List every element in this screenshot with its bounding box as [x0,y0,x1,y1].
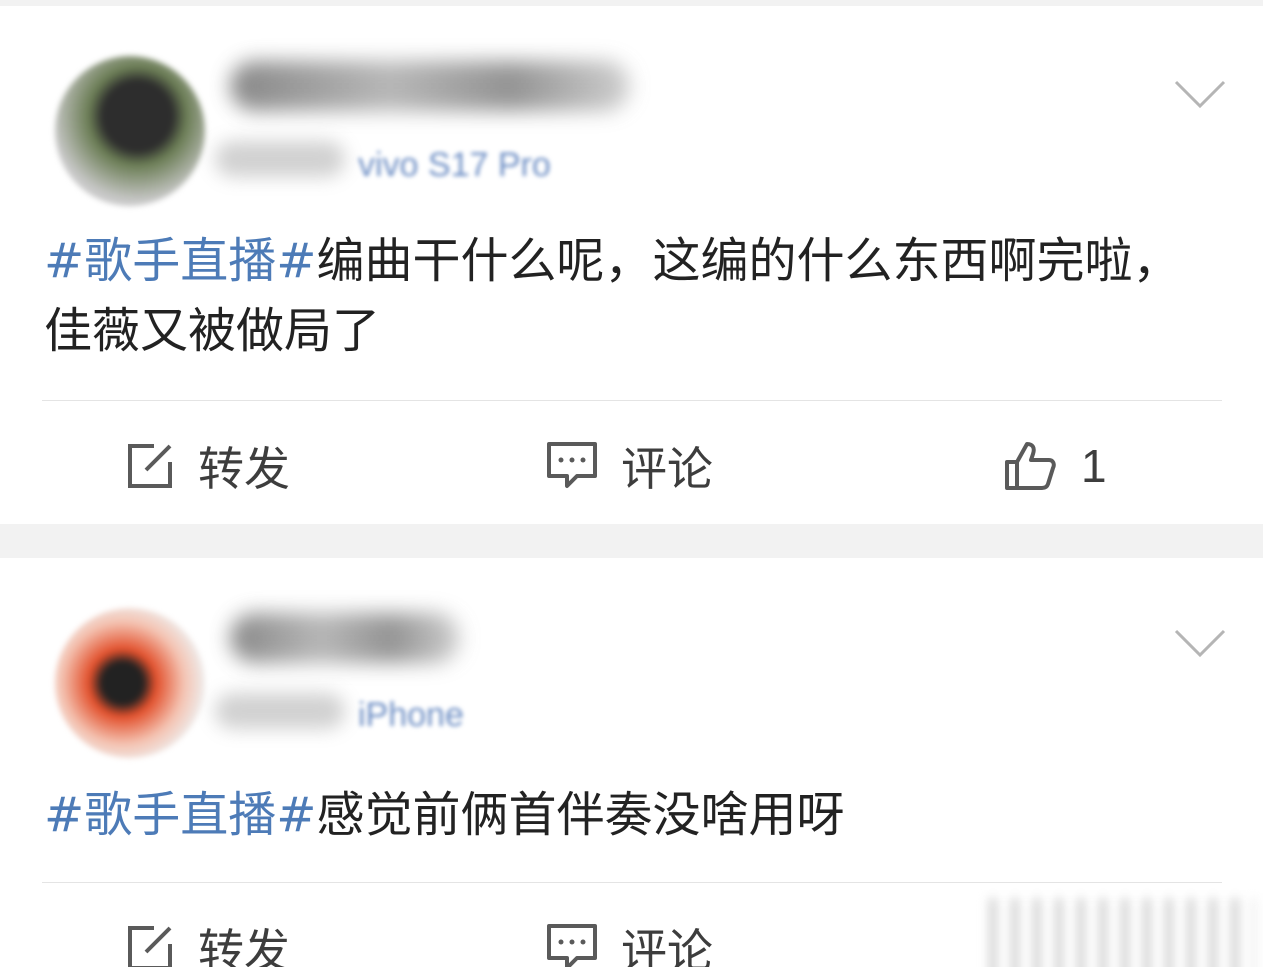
thumbs-up-icon [1005,442,1056,490]
weibo-feed: vivo S17 Pro #歌手直播#编曲干什么呢，这编的什么东西啊完啦，佳薇又… [0,0,1263,967]
hashtag-link[interactable]: #歌手直播# [44,233,316,289]
post-content: #歌手直播#感觉前俩首伴奏没啥用呀 [44,780,1224,850]
comment-bubble-icon [547,442,597,488]
edit-square-icon [128,926,172,967]
like-button-obscured[interactable] [975,898,1255,967]
like-count: 1 [1081,440,1107,492]
action-bar: 转发 评论 [0,888,1263,967]
post-meta: iPhone [358,696,464,735]
divider [42,400,1222,401]
post-card[interactable]: vivo S17 Pro #歌手直播#编曲干什么呢，这编的什么东西啊完啦，佳薇又… [0,6,1263,524]
post-card[interactable]: iPhone #歌手直播#感觉前俩首伴奏没啥用呀 转发 评论 [0,558,1263,967]
comment-button[interactable]: 评论 [545,436,713,496]
edit-square-icon [128,444,172,488]
username-redacted[interactable] [230,613,460,663]
post-menu-button[interactable] [1172,623,1228,663]
device-source: iPhone [358,696,464,734]
post-menu-button[interactable] [1172,74,1228,114]
repost-label: 转发 [198,924,290,967]
device-source: vivo S17 Pro [358,146,551,184]
post-content: #歌手直播#编曲干什么呢，这编的什么东西啊完啦，佳薇又被做局了 [44,226,1224,366]
comment-bubble-icon [547,924,597,967]
username-redacted[interactable] [230,61,630,111]
timestamp-redacted [215,693,345,729]
comment-label: 评论 [621,442,713,496]
post-meta: vivo S17 Pro [358,146,551,185]
divider [42,882,1222,883]
repost-button[interactable]: 转发 [124,918,290,967]
action-bar: 转发 评论 1 [0,406,1263,526]
hashtag-link[interactable]: #歌手直播# [44,787,316,843]
avatar[interactable] [55,608,205,758]
timestamp-redacted [215,141,345,177]
avatar[interactable] [55,56,205,206]
like-button[interactable]: 1 [1003,436,1107,496]
chevron-down-icon [1174,629,1226,658]
repost-label: 转发 [198,442,290,496]
comment-label: 评论 [621,924,713,967]
chevron-down-icon [1174,80,1226,109]
repost-button[interactable]: 转发 [124,436,290,496]
comment-button[interactable]: 评论 [545,918,713,967]
post-text: 感觉前俩首伴奏没啥用呀 [316,787,845,843]
